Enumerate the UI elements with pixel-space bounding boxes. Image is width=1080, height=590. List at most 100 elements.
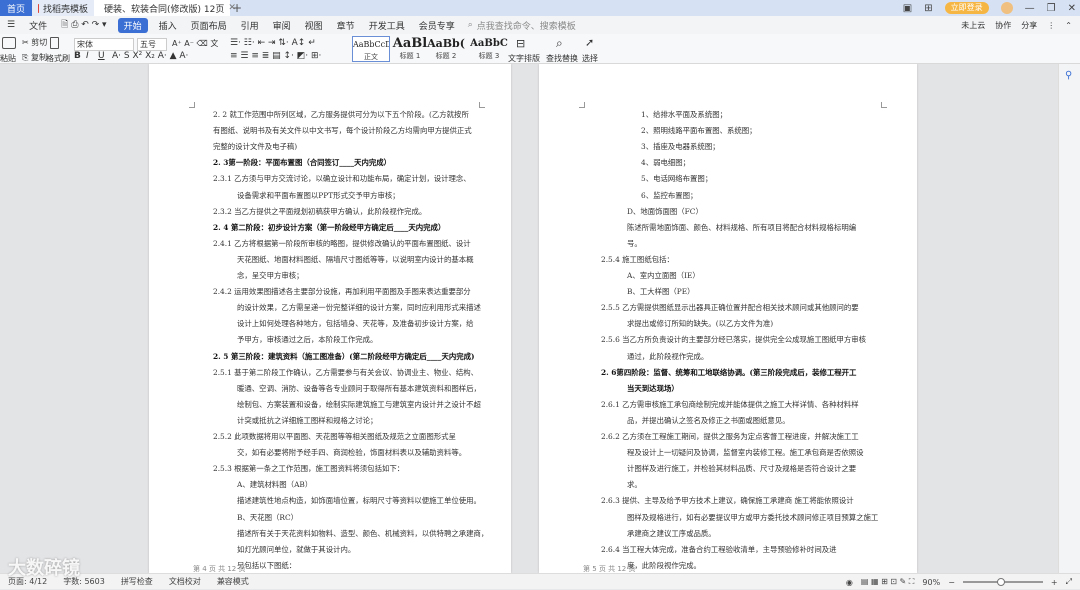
text-line: 完整的设计文件及电子稿) [213, 142, 298, 152]
page-5[interactable]: 1、给排水平面及系统图； 2、照明线路平面布置图、系统图； 3、插座及电器系统图； 4… [539, 64, 917, 573]
font-select[interactable]: 宋体 [74, 38, 134, 51]
layout-icon[interactable]: ▣ [903, 3, 912, 14]
menu-file[interactable]: 文件 [22, 19, 54, 32]
zoom-in-button[interactable]: + [1051, 578, 1058, 587]
text-line: 度，此阶段视作完成。 [627, 560, 701, 570]
paste-icon[interactable] [2, 37, 16, 49]
menu-reference[interactable]: 引用 [234, 19, 266, 32]
text-line: 如灯光顾问单位，就做于其设计内。 [237, 544, 356, 554]
text-line: 描述建筑性地点构造，如饰面墙位置，标明尺寸等资料以便施工单位使用。 [237, 496, 481, 506]
underline-button[interactable]: U [98, 51, 105, 61]
apps-icon[interactable]: ⊞ [924, 3, 932, 14]
zoom-slider[interactable] [962, 578, 1043, 586]
style-normal[interactable]: AaBbCcDc 正文 [352, 36, 390, 62]
menu-review[interactable]: 审阅 [266, 19, 298, 32]
text-line: 绘制包、方案装置和设备，绘制实际建筑施工与建筑室内设计并之设计不超 [237, 399, 481, 409]
tab-document[interactable]: 硬装、软装合同(修改版) 12页 ✕ [94, 0, 236, 16]
text-line: 求提出或修订所知的缺失。(以乙方文件为准) [627, 319, 774, 329]
watermark: 大数碎镜 [8, 558, 80, 579]
align-buttons[interactable]: ≡ ☰ ≡ ≣ ▤ ↕· ◩· ⊞· [230, 51, 321, 61]
collapse-icon[interactable]: ⌃ [1065, 21, 1072, 30]
crop-mark [881, 102, 887, 108]
text-line: 2.5.1 基于第二阶段工作确认，乙方需要参与有关会议、协调业主、物业、结构、 [213, 367, 479, 377]
text-line: 计图样及进行施工，并检验其材料品质、尺寸及规格是否符合设计之要 [627, 464, 857, 474]
share-button[interactable]: 分享 [1021, 20, 1037, 31]
find-replace-icon[interactable]: ⌕ [556, 36, 563, 51]
menu-section[interactable]: 章节 [330, 19, 362, 32]
eye-icon[interactable]: ◉ [846, 578, 853, 587]
font-size-select[interactable]: 五号 [137, 38, 167, 51]
zoom-out-button[interactable]: − [948, 578, 955, 587]
text-line: 品，并提出确认之签名及修正之书面或图纸意见。 [627, 415, 790, 425]
hamburger-icon[interactable]: ☰ [0, 20, 22, 30]
text-line: 陈述所需地面饰面、颜色、材料规格、所有项目将配合材料规格标明编 [627, 222, 857, 232]
text-line: 2.3.2 当乙方提供之平面规划初稿获甲方确认，此阶段视作完成。 [213, 206, 427, 216]
more-icon[interactable]: ⋮ [1047, 21, 1055, 30]
text-line: 3、插座及电器系统图； [641, 142, 720, 152]
menu-insert[interactable]: 插入 [152, 19, 184, 32]
list-buttons[interactable]: ☰· ☷· ⇤ ⇥ ⇅· A↕ ↵ [230, 38, 316, 48]
zoom-level[interactable]: 90% [922, 578, 940, 587]
find-replace-label[interactable]: 查找替换 [546, 53, 578, 64]
text-line: 2.6.1 乙方需审核施工承包商绘制完成并能体提供之施工大样详情、各种材料样 [601, 399, 859, 409]
spell-check[interactable]: 拼写检查 [113, 576, 161, 587]
new-tab-button[interactable]: + [230, 1, 244, 15]
text-line: 2. 3第一阶段：平面布置图（合同签订____天内完成） [213, 158, 392, 168]
menu-start[interactable]: 开始 [117, 17, 148, 33]
text-line: A、室内立面图（IE） [627, 271, 700, 280]
paste-label[interactable]: 粘贴 [0, 53, 16, 64]
text-line: 天花图纸、地面材料图纸、隔墙尺寸图纸等等，以说明室内设计的基本概 [237, 254, 474, 264]
text-line: 6、监控布置图； [641, 190, 698, 200]
minimize-button[interactable]: — [1025, 3, 1035, 14]
page-4[interactable]: 2. 2 就工作范围中所列区域，乙方服务提供可分为以下五个阶段。(乙方就按所 有图… [149, 64, 511, 573]
text-line: 2. 5 第三阶段：建筑资料（施工图准备）(第二阶段经甲方确定后____天内完成… [213, 351, 475, 361]
text-line: 1、给排水平面及系统图； [641, 110, 728, 119]
avatar[interactable] [1000, 2, 1013, 14]
font-grow-shrink[interactable]: A⁺ A⁻ ⌫ 文 [172, 38, 218, 49]
login-button[interactable]: 立即登录 [944, 2, 989, 14]
document-workspace[interactable]: 2. 2 就工作范围中所列区域，乙方服务提供可分为以下五个阶段。(乙方就按所 有图… [0, 64, 1080, 573]
text-line: D、地面饰面图（FC） [627, 206, 703, 216]
menu-layout[interactable]: 页面布局 [184, 19, 234, 32]
tab-home[interactable]: 首页 [0, 0, 32, 16]
style-heading2[interactable]: AaBb( 标题 2 [425, 36, 467, 62]
text-line: 5、电话网络布置图； [641, 174, 713, 184]
tab-template[interactable]: 找稻壳模板 [32, 0, 94, 16]
format-painter-icon[interactable] [50, 37, 59, 49]
menu-devtools[interactable]: 开发工具 [362, 19, 412, 32]
close-button[interactable]: ✕ [1068, 3, 1076, 14]
doc-proof[interactable]: 文档校对 [161, 576, 209, 587]
text-line: 2.5.6 当乙方所负责设计的主要部分经已落实，提供完全公成现施工图纸甲方审核 [601, 335, 867, 345]
zoom-knob[interactable] [996, 578, 1005, 586]
maximize-button[interactable]: ❐ [1047, 3, 1056, 14]
text-line: 通过，此阶段视作完成。 [627, 351, 709, 361]
format-painter-label[interactable]: 格式刷 [46, 53, 70, 64]
view-icons[interactable]: ▤ ▦ ⊞ ⊡ ✎ ⛶ [861, 577, 915, 587]
collab-button[interactable]: 协作 [995, 20, 1011, 31]
copy-button[interactable]: ⎘ 复制 [22, 52, 47, 63]
style-heading1[interactable]: AaBl 标题 1 [391, 36, 429, 62]
fit-icon[interactable]: ⤢ [1066, 577, 1072, 587]
text-line: 承建商之建议工序或品质。 [627, 528, 716, 538]
command-search[interactable]: ⌕ 点我查找命令、搜索模板 [468, 19, 576, 32]
style-heading3[interactable]: AaBbC 标题 3 [468, 36, 510, 62]
cloud-save-button[interactable]: 未上云 [961, 20, 985, 31]
text-line: A、建筑材料图（AB） [237, 480, 313, 490]
text-line: 有图纸、说明书及有关文件以中文书写，每个设计阶段乙方均需向甲方提供正式 [213, 126, 472, 136]
text-tools-icon[interactable]: ⊟ [516, 37, 525, 50]
menu-member[interactable]: 会员专享 [412, 19, 462, 32]
cut-button[interactable]: ✂ 剪切 [22, 37, 47, 48]
tab-document-label: 硬装、软装合同(修改版) 12页 [104, 4, 225, 15]
wps-icon [38, 3, 39, 13]
bold-button[interactable]: B [74, 51, 81, 61]
select-label[interactable]: 选择 [582, 53, 598, 64]
quick-tools[interactable]: 🗎 ⎙ ↶ ↷ ▾ [54, 17, 113, 33]
text-line: 2. 6第四阶段：监督、统筹和工地联络协调。(第三阶段完成后，装修工程开工 [601, 367, 857, 377]
font-effects[interactable]: A· S X² X₂ A· ▲ A· [112, 51, 188, 61]
italic-button[interactable]: I [86, 51, 89, 61]
select-icon[interactable]: ➚ [585, 36, 594, 49]
text-tools-label[interactable]: 文字排版 [508, 53, 540, 64]
tab-home-label: 首页 [6, 4, 25, 15]
location-icon[interactable]: ⚲ [1065, 70, 1074, 81]
menu-view[interactable]: 视图 [298, 19, 330, 32]
